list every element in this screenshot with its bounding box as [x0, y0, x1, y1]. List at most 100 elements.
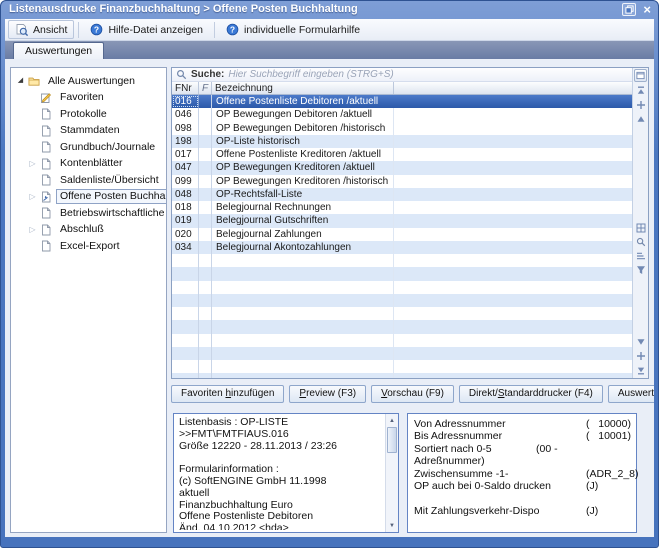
expander-icon[interactable]: ▷ [27, 225, 38, 235]
cell-bezeichnung [212, 320, 394, 333]
list-row[interactable]: 198OP-Liste historisch [172, 135, 632, 148]
step-up-icon[interactable] [636, 114, 646, 124]
scroll-to-bottom-icon[interactable] [636, 365, 646, 375]
tree-item-stammdaten[interactable]: Stammdaten [11, 123, 166, 140]
cell-filler [394, 95, 632, 108]
auswertungen-tree: ◢Alle AuswertungenFavoritenProtokolleSta… [10, 67, 167, 533]
expander-icon[interactable]: ▷ [27, 159, 38, 169]
search-input[interactable]: Suche: Hier Suchbegriff eingeben (STRG+S… [172, 68, 632, 82]
tree-item-betriebswirtschaftliche-auswertungen[interactable]: Betriebswirtschaftliche Auswertungen [11, 205, 166, 222]
vorschau-f9-button[interactable]: Vorschau (F9) [371, 385, 454, 403]
restore-window-icon[interactable] [622, 3, 636, 16]
tree-item-favoriten[interactable]: Favoriten [11, 90, 166, 107]
expander-icon[interactable]: ◢ [15, 76, 26, 86]
cell-fnr [172, 360, 199, 373]
doc-icon [38, 125, 53, 137]
step-down-icon[interactable] [636, 337, 646, 347]
toolbar-separator [214, 22, 215, 38]
tree-item-abschlu[interactable]: ▷Abschluß [11, 222, 166, 239]
cell-fnr [172, 373, 199, 378]
param-label: Sortiert nach 0-5 [414, 443, 492, 455]
tree-item-label: Grundbuch/Journale [56, 140, 159, 155]
move-icon[interactable] [636, 100, 646, 110]
direkt-standarddrucker-f4-button[interactable]: Direkt/Standarddrucker (F4) [459, 385, 603, 403]
cell-f [199, 161, 212, 174]
cell-bezeichnung: OP-Liste historisch [212, 135, 394, 148]
sort-icon[interactable] [636, 251, 646, 261]
move-icon[interactable] [636, 351, 646, 361]
search-tool-icon[interactable] [636, 237, 646, 247]
tab-bar: Auswertungen [5, 41, 654, 59]
tree-item-saldenliste-bersicht[interactable]: Saldenliste/Übersicht [11, 172, 166, 189]
list-row-empty [172, 334, 632, 347]
cell-fnr: 046 [172, 108, 199, 121]
cell-bezeichnung [212, 360, 394, 373]
help-icon: ? [90, 23, 104, 36]
cell-filler [394, 281, 632, 294]
scroll-up-icon[interactable]: ▲ [386, 415, 398, 426]
ansicht-button[interactable]: Ansicht [8, 20, 74, 39]
tree-item-kontenbl-tter[interactable]: ▷Kontenblätter [11, 156, 166, 173]
doc-open-icon [38, 191, 53, 203]
info-scrollbar[interactable]: ▲ ▼ [385, 414, 398, 532]
param-label: OP auch bei 0-Saldo drucken [414, 480, 551, 492]
auswertung-drucken-button[interactable]: Auswertung drucken [608, 385, 654, 403]
list-row[interactable]: 099OP Bewegungen Kreditoren /historisch [172, 175, 632, 188]
expander-icon[interactable]: ▷ [27, 192, 38, 202]
cell-filler [394, 334, 632, 347]
cell-filler [394, 360, 632, 373]
favoriten-hinzufuegen-button[interactable]: Favoriten hinzufügen [171, 385, 284, 403]
scroll-down-icon[interactable]: ▼ [386, 520, 398, 531]
window-controls: × [622, 3, 651, 16]
tree-item-excel-export[interactable]: Excel-Export [11, 238, 166, 255]
list-row[interactable]: 017Offene Postenliste Kreditoren /aktuel… [172, 148, 632, 161]
list-row[interactable]: 046OP Bewegungen Debitoren /aktuell [172, 108, 632, 121]
info-row: Von Adressnummer( 10000) [408, 418, 636, 430]
preview-f3-button[interactable]: Preview (F3) [289, 385, 366, 403]
tree-item-protokolle[interactable]: Protokolle [11, 106, 166, 123]
tab-auswertungen[interactable]: Auswertungen [13, 42, 104, 59]
title-bar[interactable]: Listenausdrucke Finanzbuchhaltung > Offe… [1, 1, 658, 19]
cell-fnr: 099 [172, 175, 199, 188]
param-value: (J) [586, 505, 598, 517]
cell-fnr [172, 267, 199, 280]
scroll-up-group [633, 86, 648, 124]
list-header[interactable]: FNr F Bezeichnung [172, 82, 632, 95]
cell-f [199, 334, 212, 347]
info-line: >>FMT\FMTFIAUS.016 [179, 429, 383, 441]
columns-icon[interactable] [636, 223, 646, 233]
cell-f [199, 347, 212, 360]
list-row[interactable]: 019Belegjournal Gutschriften [172, 214, 632, 227]
app-window: Listenausdrucke Finanzbuchhaltung > Offe… [0, 0, 659, 548]
cell-fnr: 016 [172, 95, 199, 108]
list-row[interactable]: 018Belegjournal Rechnungen [172, 201, 632, 214]
individuelle-formularhilfe-button[interactable]: ? individuelle Formularhilfe [219, 20, 367, 39]
scroll-to-top-icon[interactable] [636, 86, 646, 96]
button-label-pre: Auswertung [618, 388, 654, 399]
tree-item-grundbuch-journale[interactable]: Grundbuch/Journale [11, 139, 166, 156]
close-icon[interactable]: × [643, 3, 651, 16]
list-row[interactable]: 020Belegjournal Zahlungen [172, 228, 632, 241]
cell-fnr [172, 347, 199, 360]
list-properties-button[interactable] [634, 69, 647, 82]
info-row: Sortiert nach 0-5(00 - [408, 443, 636, 455]
hilfe-label: Hilfe-Datei anzeigen [108, 24, 203, 36]
list-row[interactable]: 034Belegjournal Akontozahlungen [172, 241, 632, 254]
hilfe-datei-anzeigen-button[interactable]: ? Hilfe-Datei anzeigen [83, 20, 210, 39]
list-row[interactable]: 047OP Bewegungen Kreditoren /aktuell [172, 161, 632, 174]
tree-item-offene-posten-buchhaltung[interactable]: ▷Offene Posten Buchhaltung [11, 189, 166, 206]
column-header-fnr[interactable]: FNr [172, 82, 199, 94]
list-row[interactable]: 048OP-Rechtsfall-Liste [172, 188, 632, 201]
cell-filler [394, 214, 632, 227]
column-header-bezeichnung[interactable]: Bezeichnung [212, 82, 394, 94]
cell-fnr: 047 [172, 161, 199, 174]
tree-item-alle-auswertungen[interactable]: ◢Alle Auswertungen [11, 73, 166, 90]
scrollbar-thumb[interactable] [387, 427, 397, 453]
column-header-f[interactable]: F [199, 82, 212, 94]
list-row[interactable]: 016Offene Postenliste Debitoren /aktuell [172, 95, 632, 108]
tree-item-label: Saldenliste/Übersicht [56, 173, 163, 188]
info-row [408, 492, 636, 504]
cell-filler [394, 122, 632, 135]
list-row[interactable]: 098OP Bewegungen Debitoren /historisch [172, 122, 632, 135]
filter-icon[interactable] [636, 265, 646, 275]
